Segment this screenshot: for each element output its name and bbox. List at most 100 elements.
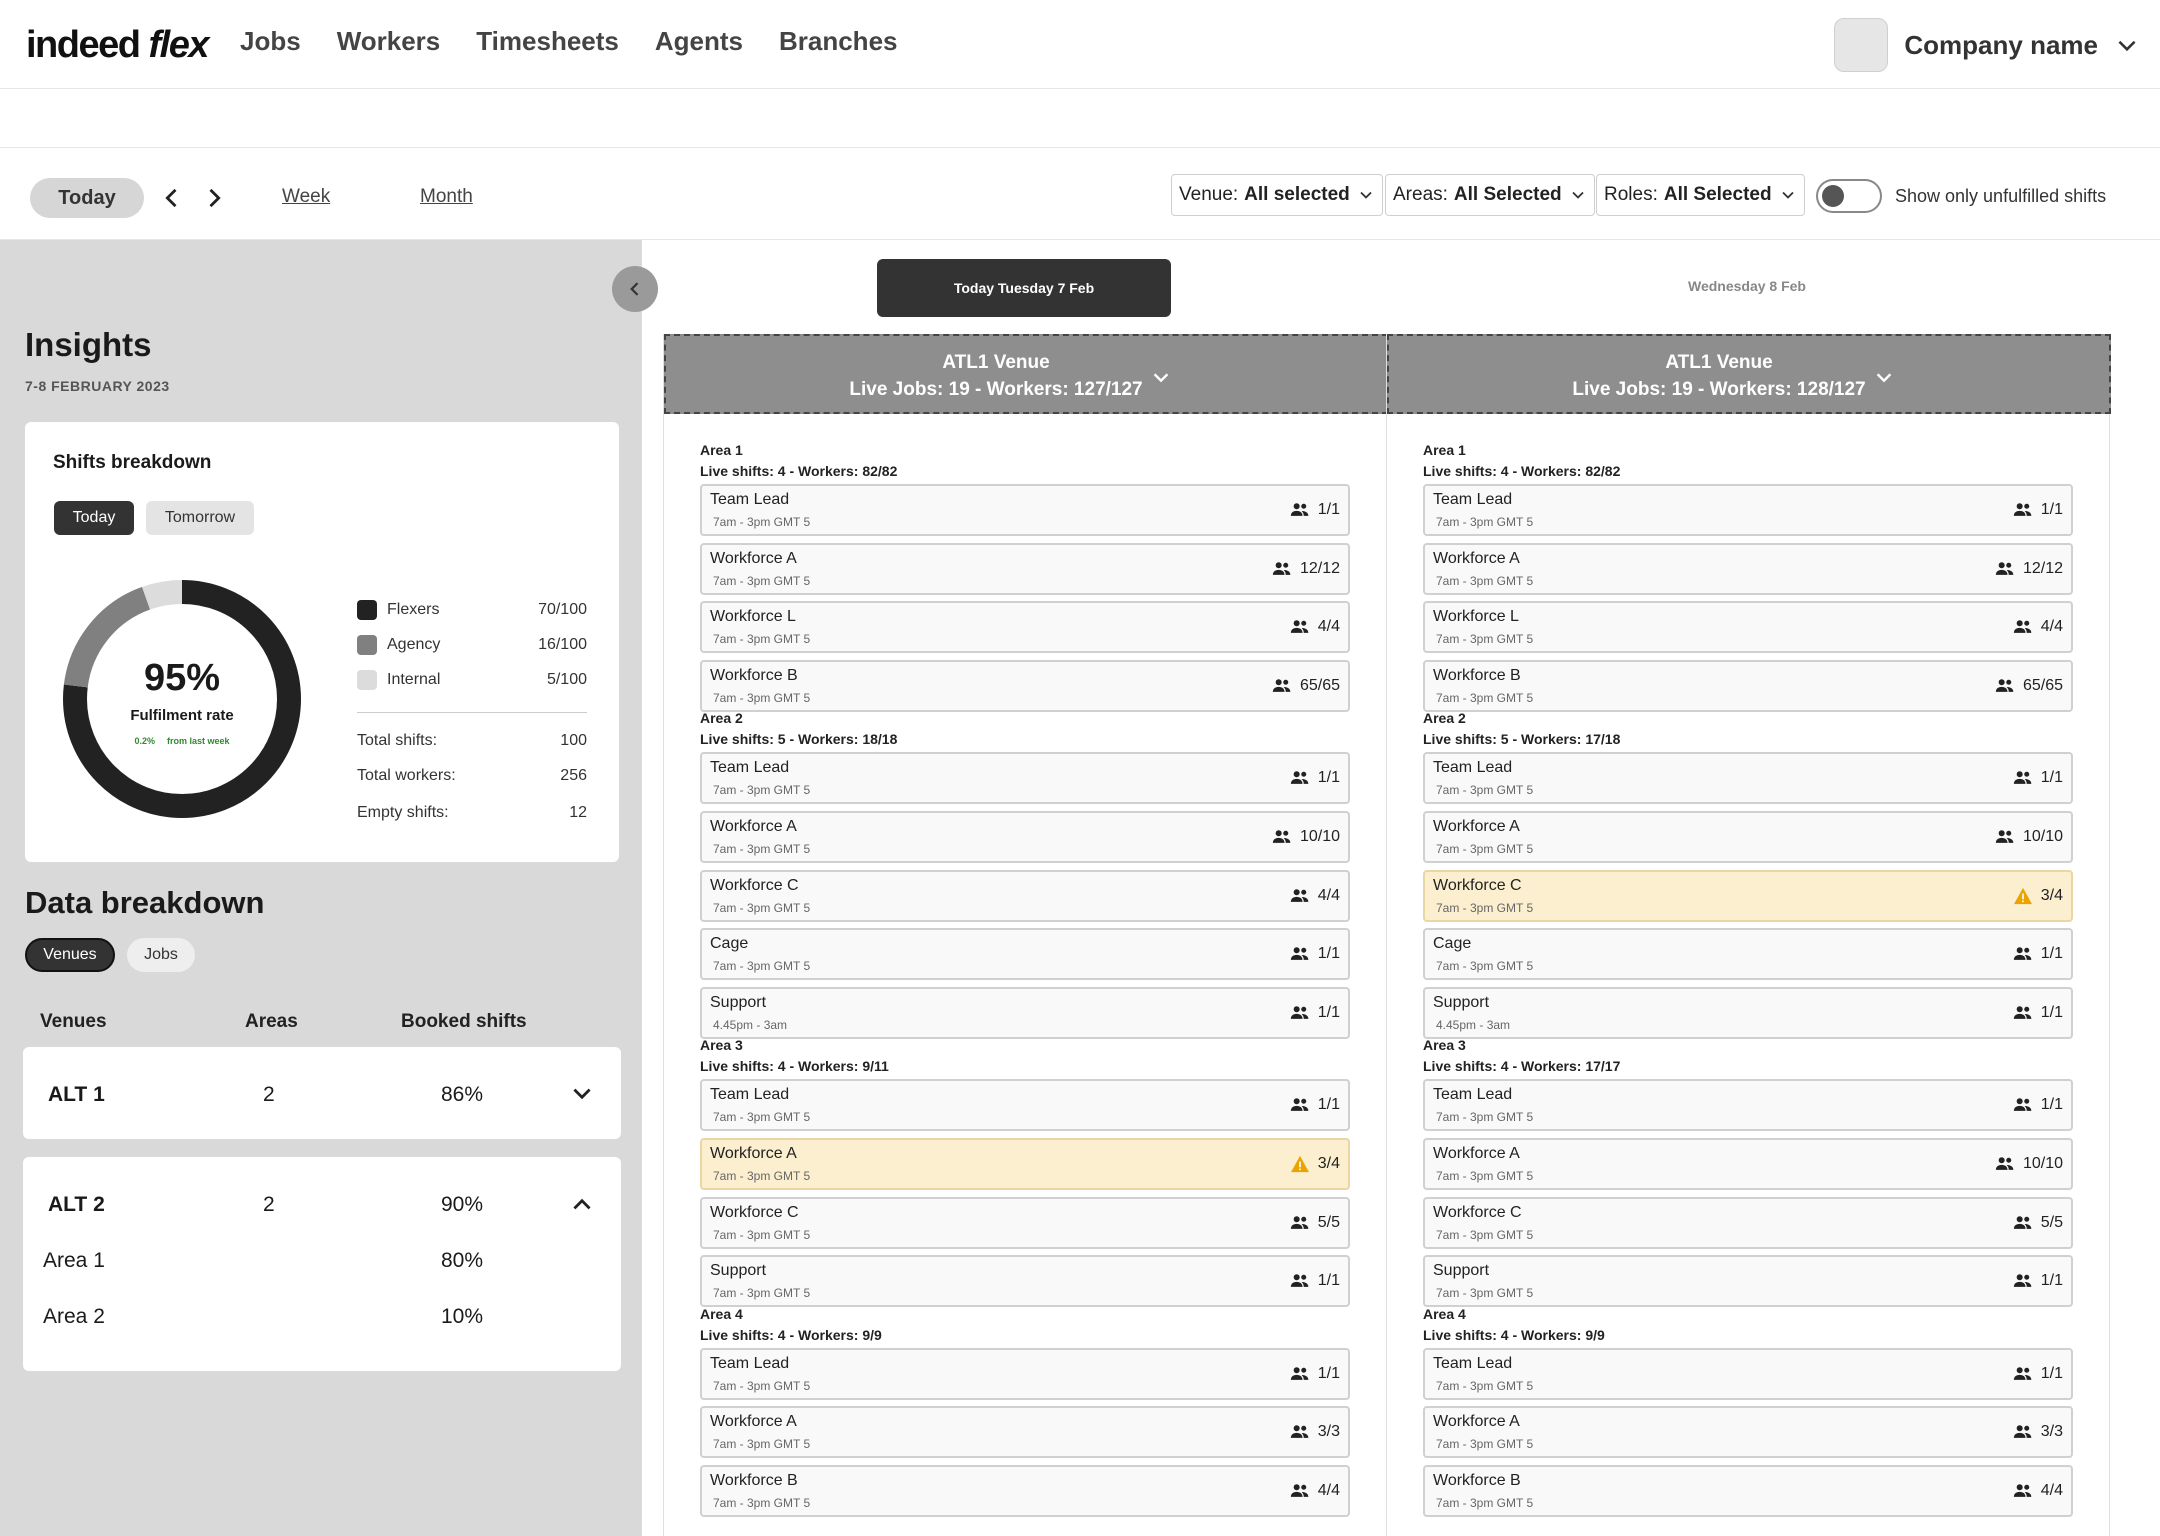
areas-filter-value: All Selected [1453, 184, 1562, 205]
week-view-link[interactable]: Week [282, 186, 330, 208]
shift-card[interactable]: Support 7am - 3pm GMT 5 1/1 [700, 1255, 1350, 1308]
chevron-right-icon[interactable] [200, 184, 228, 212]
shift-card[interactable]: Support 4.45pm - 3am 1/1 [1423, 986, 2073, 1039]
fulfilment-label: Fulfilment rate [130, 707, 234, 724]
areas-filter[interactable]: Areas: All Selected [1385, 174, 1595, 216]
shift-card[interactable]: Workforce A 7am - 3pm GMT 5 3/3 [700, 1406, 1350, 1459]
month-view-link[interactable]: Month [420, 186, 473, 208]
shift-card[interactable]: Workforce L 7am - 3pm GMT 5 4/4 [700, 601, 1350, 654]
shift-card[interactable]: Team Lead 7am - 3pm GMT 5 1/1 [1423, 1347, 2073, 1400]
shift-card[interactable]: Cage 7am - 3pm GMT 5 1/1 [1423, 928, 2073, 981]
chevron-down-icon[interactable] [569, 1081, 595, 1107]
shift-card[interactable]: Workforce B 7am - 3pm GMT 5 65/65 [700, 659, 1350, 712]
shift-count: 1/1 [2013, 1272, 2063, 1290]
people-icon [1290, 1215, 1309, 1229]
shift-count-value: 4/4 [1317, 886, 1340, 904]
day-tab-today[interactable]: Today Tuesday 7 Feb [877, 259, 1171, 317]
shift-card[interactable]: Team Lead 7am - 3pm GMT 5 1/1 [700, 752, 1350, 805]
venue-row-alt1[interactable]: ALT 1 2 86% [23, 1047, 621, 1139]
tab-today[interactable]: Today [54, 501, 134, 535]
tab-jobs[interactable]: Jobs [127, 938, 195, 972]
shift-card[interactable]: Workforce B 7am - 3pm GMT 5 4/4 [700, 1465, 1350, 1517]
shift-card[interactable]: Team Lead 7am - 3pm GMT 5 1/1 [1423, 484, 2073, 536]
shift-card[interactable]: Workforce A 7am - 3pm GMT 5 10/10 [1423, 1138, 2073, 1190]
sub-area-value: 10% [441, 1305, 484, 1328]
chevron-down-icon [1571, 191, 1584, 199]
shift-card[interactable]: Team Lead 7am - 3pm GMT 5 1/1 [700, 1347, 1350, 1400]
roles-filter[interactable]: Roles: All Selected [1596, 174, 1805, 216]
tab-venues[interactable]: Venues [25, 938, 115, 972]
shift-card[interactable]: Workforce C 7am - 3pm GMT 5 4/4 [700, 869, 1350, 922]
shift-count-value: 1/1 [2040, 769, 2063, 787]
chevron-left-icon[interactable] [158, 184, 186, 212]
warning-icon [1290, 1155, 1309, 1173]
people-icon [1272, 830, 1291, 843]
roles-filter-value: All Selected [1663, 184, 1772, 205]
shift-count-value: 4/4 [2040, 618, 2063, 636]
venue-title: ATL1 Venue [942, 352, 1050, 373]
shift-card[interactable]: Workforce A 7am - 3pm GMT 5 12/12 [1423, 542, 2073, 595]
shift-count: 5/5 [2013, 1214, 2063, 1232]
shift-card[interactable]: Support 4.45pm - 3am 1/1 [700, 986, 1350, 1039]
venue-filter[interactable]: Venue: All selected [1171, 174, 1383, 216]
shift-count: 1/1 [2013, 945, 2063, 963]
shift-role: Support [710, 993, 767, 1011]
shift-card[interactable]: Workforce A 7am - 3pm GMT 5 10/10 [1423, 811, 2073, 863]
shift-card[interactable]: Workforce A 7am - 3pm GMT 5 10/10 [700, 811, 1350, 863]
nav-link-agents[interactable]: Agents [655, 26, 743, 57]
shift-card[interactable]: Workforce C 7am - 3pm GMT 5 5/5 [1423, 1196, 2073, 1249]
people-icon [1995, 561, 2014, 575]
collapse-sidebar-button[interactable] [612, 266, 658, 312]
shift-time: 7am - 3pm GMT 5 [1436, 783, 1534, 798]
venue-summary: Live Jobs: 19 - Workers: 127/127 [849, 379, 1143, 400]
shift-card[interactable]: Team Lead 7am - 3pm GMT 5 1/1 [700, 484, 1350, 536]
legend-value: 5/100 [546, 671, 587, 688]
chevron-down-icon[interactable] [1150, 366, 1172, 388]
tab-tomorrow[interactable]: Tomorrow [146, 501, 254, 535]
indeed-flex-logo[interactable]: indeed flex [26, 24, 210, 67]
shift-card[interactable]: Workforce A 7am - 3pm GMT 5 3/3 [1423, 1406, 2073, 1459]
shift-card[interactable]: Workforce B 7am - 3pm GMT 5 4/4 [1423, 1465, 2073, 1517]
chevron-down-icon [2118, 40, 2136, 52]
shift-role: Workforce L [1433, 608, 1519, 626]
shift-card[interactable]: Support 7am - 3pm GMT 5 1/1 [1423, 1255, 2073, 1308]
sub-area-value: 80% [441, 1249, 484, 1272]
chevron-up-icon[interactable] [569, 1191, 595, 1217]
shift-time: 7am - 3pm GMT 5 [713, 690, 811, 705]
today-button[interactable]: Today [30, 178, 144, 218]
chevron-left-icon [630, 282, 639, 296]
shift-card[interactable]: Workforce C 7am - 3pm GMT 5 5/5 [700, 1196, 1350, 1249]
shift-count-value: 1/1 [2040, 501, 2063, 518]
venue-header[interactable]: ATL1 Venue Live Jobs: 19 - Workers: 128/1… [1387, 334, 2111, 414]
venue-row-alt2[interactable]: ALT 2 2 90% Area 1 80% Area 2 10% [23, 1157, 621, 1371]
shift-count-value: 65/65 [2022, 676, 2063, 694]
shift-card[interactable]: Workforce L 7am - 3pm GMT 5 4/4 [1423, 601, 2073, 654]
shift-card[interactable]: Team Lead 7am - 3pm GMT 5 1/1 [1423, 752, 2073, 805]
shift-card[interactable]: Team Lead 7am - 3pm GMT 5 1/1 [700, 1079, 1350, 1132]
chevron-down-icon[interactable] [1873, 366, 1895, 388]
warning-icon [2013, 887, 2032, 904]
venue-filter-label: Venue: [1179, 184, 1239, 205]
nav-link-branches[interactable]: Branches [779, 26, 898, 57]
shift-card[interactable]: Workforce A 7am - 3pm GMT 5 3/4 [700, 1138, 1350, 1190]
shift-card[interactable]: Workforce B 7am - 3pm GMT 5 65/65 [1423, 659, 2073, 712]
shift-time: 7am - 3pm GMT 5 [1436, 1169, 1534, 1183]
col-venues-header: Venues [40, 1011, 107, 1032]
nav-link-jobs[interactable]: Jobs [240, 26, 301, 57]
nav-link-workers[interactable]: Workers [337, 26, 441, 57]
company-menu[interactable]: Company name [1834, 18, 2140, 72]
shift-card[interactable]: Cage 7am - 3pm GMT 5 1/1 [700, 928, 1350, 981]
venue-header[interactable]: ATL1 Venue Live Jobs: 19 - Workers: 127/1… [664, 334, 1388, 414]
people-icon [1995, 830, 2014, 843]
shift-card[interactable]: Workforce C 7am - 3pm GMT 5 3/4 [1423, 869, 2073, 922]
people-icon [2013, 1098, 2032, 1112]
unfulfilled-toggle[interactable] [1816, 179, 1882, 213]
chevron-down-icon [1781, 191, 1794, 199]
shift-card[interactable]: Team Lead 7am - 3pm GMT 5 1/1 [1423, 1079, 2073, 1132]
nav-link-timesheets[interactable]: Timesheets [476, 26, 619, 57]
shift-time: 7am - 3pm GMT 5 [713, 842, 811, 856]
shifts-breakdown-card: Shifts breakdown Today Tomorrow 95% Fulf… [25, 422, 619, 862]
day-tab-wednesday[interactable]: Wednesday 8 Feb [1592, 278, 1902, 294]
shift-card[interactable]: Workforce A 7am - 3pm GMT 5 12/12 [700, 542, 1350, 595]
shift-count-value: 3/3 [1317, 1423, 1340, 1441]
